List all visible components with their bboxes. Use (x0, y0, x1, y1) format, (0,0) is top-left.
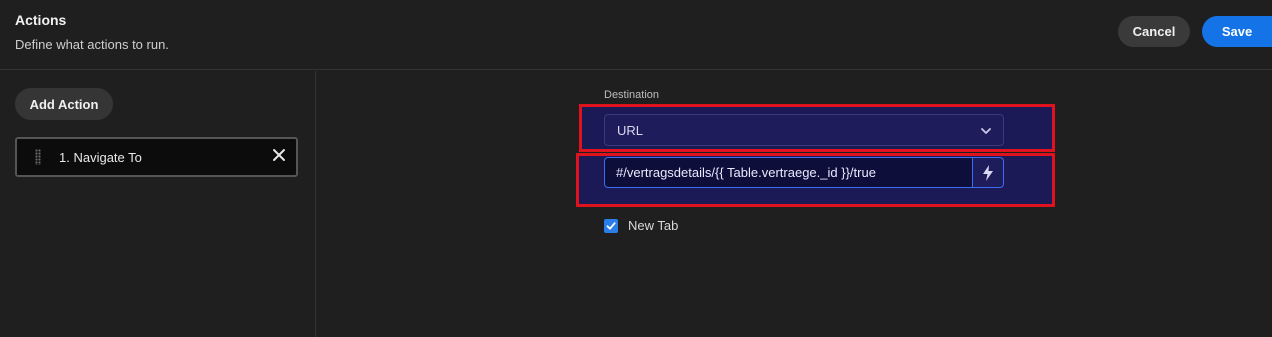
new-tab-label: New Tab (628, 218, 679, 233)
drag-handle-icon[interactable] (35, 149, 41, 165)
add-action-button[interactable]: Add Action (15, 88, 113, 120)
page-subtitle: Define what actions to run. (15, 37, 169, 52)
action-settings-panel: Destination URL #/vertragsdetails/{{ Tab… (317, 71, 1272, 337)
url-input[interactable]: #/vertragsdetails/{{ Table.vertraege._id… (604, 157, 973, 188)
actions-sidebar: Add Action 1. Navigate To (0, 71, 316, 337)
destination-label: Destination (604, 89, 660, 101)
new-tab-checkbox[interactable] (604, 219, 618, 233)
save-button[interactable]: Save (1202, 16, 1272, 47)
destination-select[interactable]: URL (604, 114, 1004, 146)
lightning-icon (983, 164, 993, 181)
actions-header: Actions Define what actions to run. Canc… (0, 0, 1272, 70)
checkmark-icon (606, 222, 616, 230)
destination-select-value: URL (617, 123, 644, 138)
action-item-label: 1. Navigate To (59, 150, 142, 165)
action-list-item[interactable]: 1. Navigate To (15, 137, 298, 177)
chevron-down-icon (981, 128, 991, 134)
close-icon[interactable] (271, 147, 287, 163)
page-title: Actions (15, 12, 67, 28)
binding-button[interactable] (972, 157, 1004, 188)
cancel-button[interactable]: Cancel (1118, 16, 1190, 47)
